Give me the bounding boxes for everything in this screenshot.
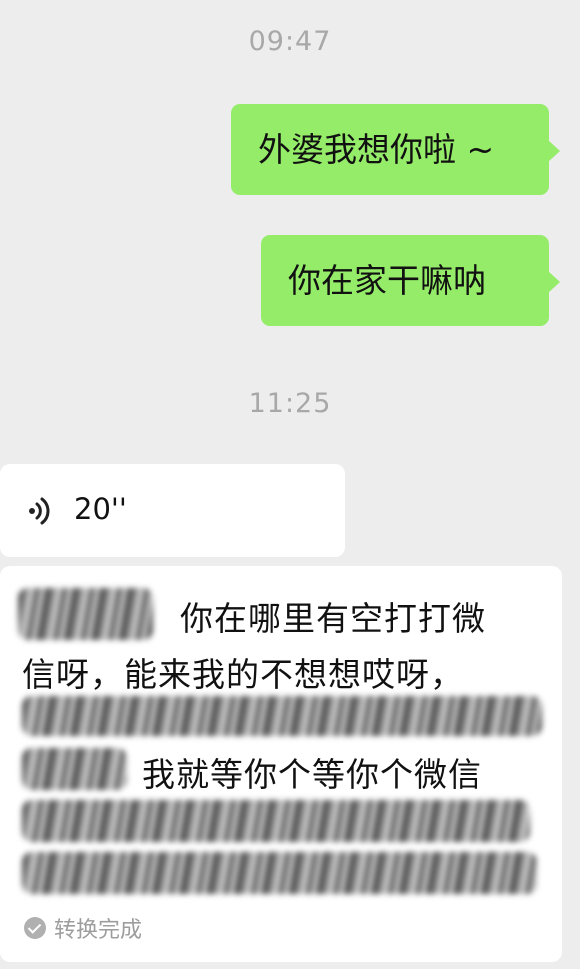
check-circle-icon <box>24 917 46 939</box>
transcription-status: 转换完成 <box>24 912 142 944</box>
redacted-text <box>22 748 127 790</box>
voice-message-bubble[interactable]: 20'' <box>0 464 345 557</box>
timestamp: 11:25 <box>248 388 332 419</box>
sent-message-text: 你在家干嘛呐 <box>288 261 486 300</box>
redacted-text <box>22 852 537 894</box>
redacted-text <box>22 800 530 842</box>
timestamp: 09:47 <box>248 26 332 57</box>
sent-message-text: 外婆我想你啦 ~ <box>258 130 495 169</box>
transcription-status-label: 转换完成 <box>54 918 143 943</box>
voice-wave-icon <box>29 497 50 525</box>
redacted-text <box>18 588 153 640</box>
transcript-line: 你在哪里有空打打微 <box>180 599 486 638</box>
voice-duration: 20'' <box>74 492 127 526</box>
sent-message-bubble[interactable]: 外婆我想你啦 ~ <box>231 104 560 195</box>
sent-message-bubble[interactable]: 你在家干嘛呐 <box>261 235 560 326</box>
transcript-line: 我就等你个等你个微信 <box>142 755 482 794</box>
redacted-text <box>22 696 542 736</box>
transcript-line: 信呀，能来我的不想想哎呀， <box>22 655 464 694</box>
